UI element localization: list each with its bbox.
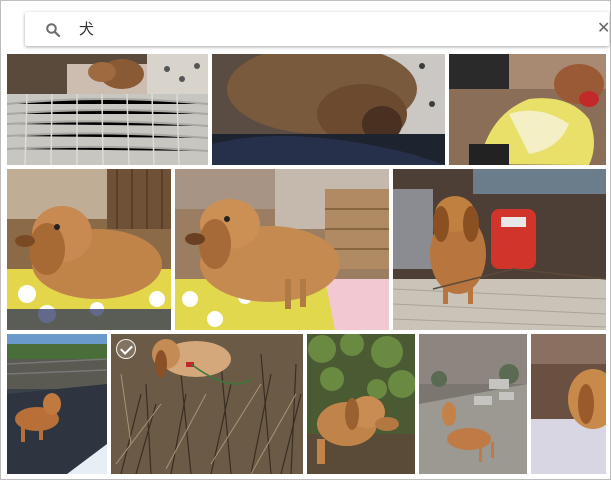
search-query[interactable]: 犬 [79, 19, 94, 39]
close-icon[interactable]: ✕ [597, 21, 609, 37]
photo-thumbnail[interactable] [419, 334, 527, 474]
photo-thumbnail[interactable] [175, 169, 389, 330]
photo-thumbnail[interactable] [393, 169, 606, 330]
photo-thumbnail[interactable] [531, 334, 606, 474]
search-bar[interactable]: 犬 ✕ [25, 12, 609, 46]
photos-search-window: 犬 ✕ [0, 0, 611, 480]
photo-thumbnail[interactable] [449, 54, 606, 165]
photo-thumbnail[interactable] [7, 169, 171, 330]
photo-thumbnail[interactable] [7, 54, 208, 165]
photo-thumbnail[interactable] [307, 334, 415, 474]
photo-thumbnail[interactable] [212, 54, 445, 165]
check-icon[interactable] [116, 339, 136, 359]
photo-thumbnail[interactable] [111, 334, 303, 474]
search-icon[interactable] [45, 22, 61, 38]
photo-thumbnail[interactable] [7, 334, 107, 474]
